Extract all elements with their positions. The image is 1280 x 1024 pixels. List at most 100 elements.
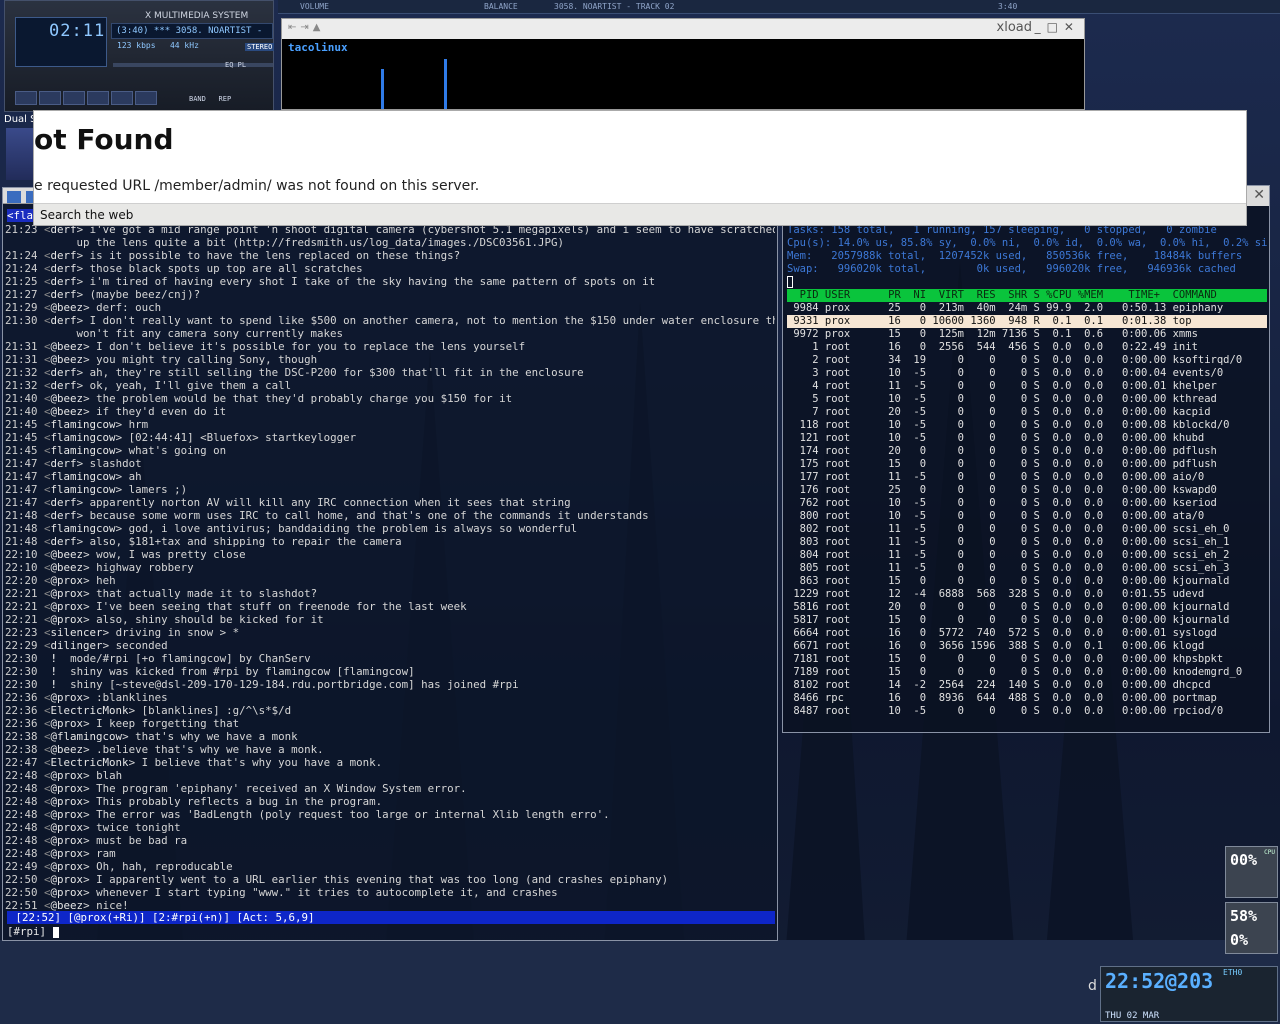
- desktop-char: d: [1088, 978, 1097, 994]
- window-controls-icon[interactable]: _□✕: [1035, 20, 1080, 34]
- process-row: 176 root 25 0 0 0 0 S 0.0 0.0 0:00.00 ks…: [787, 484, 1217, 496]
- irc-line: 22:10 <@beez> wow, I was pretty close: [5, 548, 775, 561]
- irc-timestamp: 22:30: [5, 652, 38, 665]
- cursor: [52, 926, 59, 938]
- band-button[interactable]: BAND: [189, 95, 206, 103]
- dual-label: Dual S: [4, 114, 37, 125]
- irc-nick: @prox: [50, 847, 84, 860]
- pause-button[interactable]: [63, 91, 85, 105]
- irc-line: 21:31 <@beez> you might try calling Sony…: [5, 353, 775, 366]
- browser-window[interactable]: ot Found e requested URL /member/admin/ …: [33, 110, 1247, 226]
- irc-text: > i'm tired of having every shot I take …: [76, 275, 656, 288]
- irc-nick: @prox: [50, 821, 84, 834]
- next-button[interactable]: [111, 91, 133, 105]
- irc-timestamp: 21:47: [5, 496, 38, 509]
- process-row: 9984 prox 25 0 213m 40m 24m S 99.9 2.0 0…: [787, 302, 1224, 314]
- irc-line: 22:48 <@prox> blah: [5, 769, 775, 782]
- irc-nick: @prox: [50, 860, 84, 873]
- irc-text: > The error was 'BadLength (poly request…: [83, 808, 610, 821]
- process-row: 7181 root 15 0 0 0 0 S 0.0 0.0 0:00.00 k…: [787, 653, 1224, 665]
- irc-nick: derf: [50, 496, 77, 509]
- pl-toggle[interactable]: PL: [238, 61, 246, 69]
- irc-line: 22:48 <@prox> The program 'epiphany' rec…: [5, 782, 775, 795]
- top-terminal-window[interactable]: ✕ Tasks: 158 total, 1 running, 157 sleep…: [782, 185, 1270, 733]
- irc-input-prompt: [#rpi]: [7, 925, 53, 938]
- irc-line: 21:32 <derf> ok, yeah, I'll give them a …: [5, 379, 775, 392]
- irc-line: 22:50 <@prox> I apparently went to a URL…: [5, 873, 775, 886]
- irc-nick: derf: [50, 379, 77, 392]
- irc-line: 22:49 <@prox> Oh, hah, reproducable: [5, 860, 775, 873]
- irc-timestamp: 22:47: [5, 756, 38, 769]
- swap-value: 0%: [1230, 931, 1249, 949]
- menu-icon[interactable]: [7, 191, 21, 203]
- process-row: 177 root 11 -5 0 0 0 S 0.0 0.0 0:00.00 a…: [787, 471, 1205, 483]
- xmms-time: 02:11: [49, 21, 106, 41]
- irc-line: 21:45 <flamingcow> [02:44:41] <Bluefox> …: [5, 431, 775, 444]
- eject-button[interactable]: [135, 91, 157, 105]
- irc-nick: derf: [50, 288, 77, 301]
- irc-timestamp: 22:38: [5, 730, 38, 743]
- irc-line: 21:48 <derf> also, $181+tax and shipping…: [5, 535, 775, 548]
- search-the-web-bar[interactable]: Search the web: [34, 203, 1246, 225]
- irc-timestamp: 21:45: [5, 418, 38, 431]
- irc-timestamp: 22:49: [5, 860, 38, 873]
- stop-button[interactable]: [87, 91, 109, 105]
- irc-text: up the lens quite a bit (http://fredsmit…: [5, 236, 565, 249]
- irc-timestamp: 21:48: [5, 522, 38, 535]
- irc-nick: @prox: [50, 600, 84, 613]
- xmms-samplerate: 44 kHz: [169, 41, 199, 50]
- irc-line: 22:10 <@beez> highway robbery: [5, 561, 775, 574]
- irc-topic: <fla: [7, 209, 35, 222]
- irc-nick: @prox: [50, 574, 84, 587]
- xload-titlebar[interactable]: ⇤⇥▲ xload _□✕: [282, 19, 1084, 39]
- irc-timestamp: 21:27: [5, 288, 38, 301]
- irc-text: > slashdot: [76, 457, 142, 470]
- xmms-volume-strip[interactable]: VOLUME BALANCE 3058. NOARTIST - TRACK 02…: [278, 0, 1280, 14]
- irc-nick: flamingcow: [50, 470, 116, 483]
- xmms-track-display: (3:40) *** 3058. NOARTIST -: [111, 23, 273, 39]
- irc-text: > blah: [83, 769, 123, 782]
- xmms-player[interactable]: X MULTIMEDIA SYSTEM 02:11 (3:40) *** 305…: [4, 0, 275, 112]
- irc-line: 22:48 <@prox> must be bad ra: [5, 834, 775, 847]
- irc-line: 21:24 <derf> those black spots up top ar…: [5, 262, 775, 275]
- play-button[interactable]: [39, 91, 61, 105]
- eq-toggle[interactable]: EQ: [225, 61, 233, 69]
- irc-nick: derf: [50, 509, 77, 522]
- clock-date: THU 02 MAR: [1105, 1011, 1160, 1021]
- top-summary-line: Cpu(s): 14.0% us, 85.8% sy, 0.0% ni, 0.0…: [787, 237, 1268, 249]
- irc-terminal-window[interactable]: <fla 21:23 <derf> i've got a mid range p…: [2, 187, 778, 941]
- irc-timestamp: 21:31: [5, 340, 38, 353]
- irc-nick: derf: [50, 366, 77, 379]
- irc-text: > god, i love antivirus; banddaiding the…: [115, 522, 578, 535]
- irc-line: 21:31 <@beez> I don't believe it's possi…: [5, 340, 775, 353]
- irc-text: > [blanklines] :g/^\s*$/d: [128, 704, 292, 717]
- irc-text: > the problem would be that they'd proba…: [83, 392, 513, 405]
- irc-line: 22:30 ! shiny [~steve@dsl-209-170-129-18…: [5, 678, 775, 691]
- irc-nick: @beez: [50, 743, 84, 756]
- irc-timestamp: 22:38: [5, 743, 38, 756]
- irc-timestamp: 22:36: [5, 717, 38, 730]
- rep-button[interactable]: REP: [219, 95, 232, 103]
- irc-input[interactable]: [#rpi]: [7, 925, 59, 938]
- irc-timestamp: 22:20: [5, 574, 38, 587]
- process-row: 7189 root 15 0 0 0 0 S 0.0 0.0 0:00.00 k…: [787, 666, 1243, 678]
- irc-timestamp: 21:29: [5, 301, 38, 314]
- irc-timestamp: 22:48: [5, 821, 38, 834]
- irc-timestamp: 22:23: [5, 626, 38, 639]
- process-row: 118 root 10 -5 0 0 0 S 0.0 0.0 0:00.08 k…: [787, 419, 1230, 431]
- irc-nick: @beez: [50, 301, 84, 314]
- irc-line: won't fit any camera sony currently make…: [5, 327, 775, 340]
- process-row: 803 root 11 -5 0 0 0 S 0.0 0.0 0:00.00 s…: [787, 536, 1230, 548]
- irc-text: > .believe that's why we have a monk.: [83, 743, 324, 756]
- process-row: 4 root 11 -5 0 0 0 S 0.0 0.0 0:00.01 khe…: [787, 380, 1217, 392]
- xmms-misc: BAND REP: [189, 95, 231, 103]
- titlebar-arrows-icon[interactable]: ⇤⇥▲: [288, 22, 324, 33]
- prev-button[interactable]: [15, 91, 37, 105]
- xload-window[interactable]: ⇤⇥▲ xload _□✕ tacolinux: [281, 18, 1085, 110]
- close-icon[interactable]: ✕: [1253, 187, 1265, 203]
- load-spike: [444, 59, 447, 109]
- irc-line: 22:36 <@prox> I keep forgetting that: [5, 717, 775, 730]
- irc-timestamp: 22:48: [5, 808, 38, 821]
- xmms-seek-bar[interactable]: [113, 63, 273, 67]
- process-row: 9331 prox 16 0 10600 1360 948 R 0.1 0.1 …: [787, 315, 1267, 328]
